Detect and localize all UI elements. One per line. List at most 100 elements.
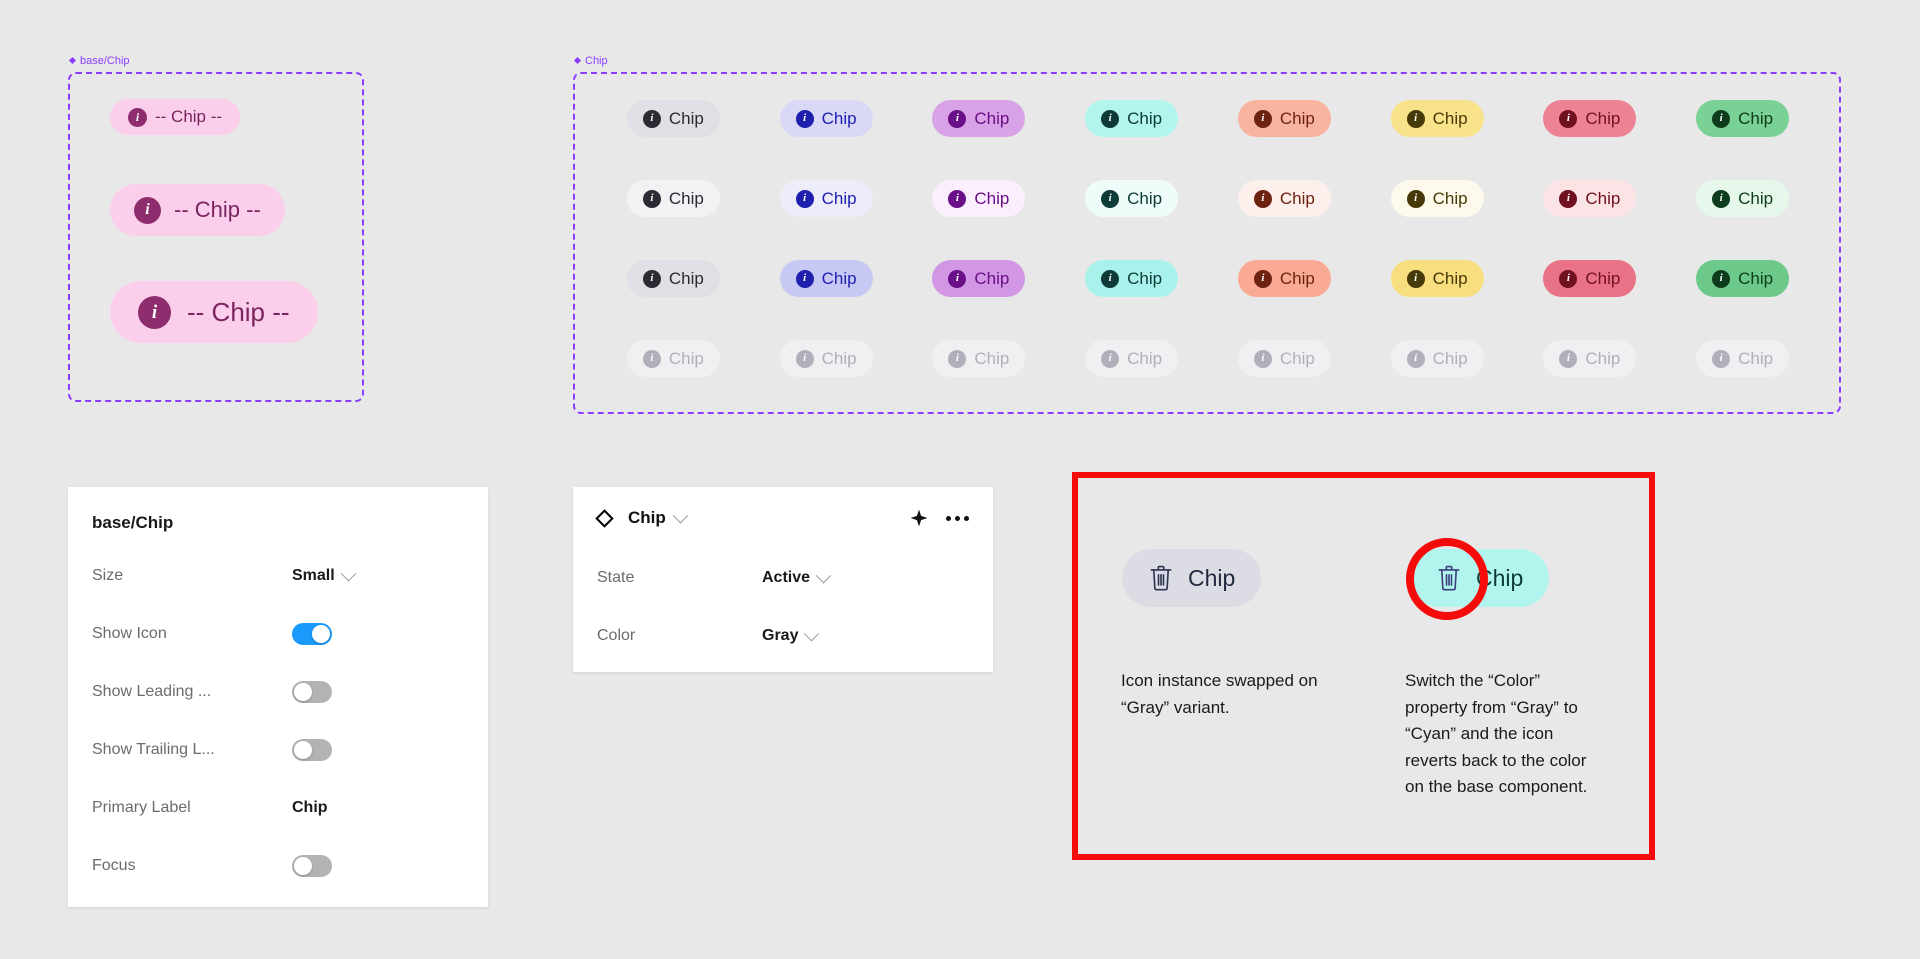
info-icon: i — [1101, 349, 1120, 368]
info-icon: i — [1712, 109, 1731, 128]
chip-label: Chip — [668, 188, 704, 208]
info-icon: i — [1253, 109, 1272, 128]
chip-label: Chip — [1127, 268, 1163, 288]
chip-label: Chip — [668, 348, 704, 368]
chip-orange-inactive[interactable]: i Chip — [1237, 180, 1331, 217]
chip-purple-hover[interactable]: i Chip — [932, 260, 1026, 297]
property-label: Show Trailing L... — [92, 741, 215, 758]
chip-gray-active[interactable]: i Chip — [626, 100, 720, 137]
annotation-chip-gray[interactable]: Chip — [1122, 549, 1262, 607]
property-label: Size — [92, 567, 124, 584]
chip-purple-active[interactable]: i Chip — [932, 100, 1026, 137]
chip-green-inactive[interactable]: i Chip — [1696, 180, 1790, 217]
chip-yellow-inactive[interactable]: i Chip — [1390, 180, 1484, 217]
chip-label: Chip — [1738, 348, 1774, 368]
chip-green-disabled[interactable]: i Chip — [1696, 340, 1790, 377]
chip-cyan-hover[interactable]: i Chip — [1085, 260, 1179, 297]
info-icon: i — [1712, 269, 1731, 288]
instance-header: Chip — [573, 487, 993, 549]
chip-label: Chip — [1127, 348, 1163, 368]
toggle-knob — [294, 741, 312, 759]
toggle-switch[interactable] — [292, 623, 332, 645]
chip-blue-hover[interactable]: i Chip — [779, 260, 873, 297]
chip-green-hover[interactable]: i Chip — [1696, 260, 1790, 297]
chip-yellow-disabled[interactable]: i Chip — [1390, 340, 1484, 377]
chip-orange-hover[interactable]: i Chip — [1237, 260, 1331, 297]
annotation-caption-right: Switch the “Color” property from “Gray” … — [1405, 671, 1588, 796]
property-row: Size Small — [68, 547, 488, 605]
info-icon: i — [642, 349, 661, 368]
toggle-switch[interactable] — [292, 681, 332, 703]
info-icon: i — [1406, 349, 1425, 368]
chevron-down-icon — [815, 567, 832, 583]
chip-cyan-active[interactable]: i Chip — [1085, 100, 1179, 137]
property-select[interactable]: Small — [292, 565, 356, 585]
chip-red-inactive[interactable]: i Chip — [1543, 180, 1637, 217]
chip-gray-inactive[interactable]: i Chip — [626, 180, 720, 217]
property-value: Gray — [762, 627, 799, 644]
chevron-down-icon — [340, 565, 356, 581]
chip-orange-active[interactable]: i Chip — [1237, 100, 1331, 137]
chip-label: Chip — [1188, 564, 1236, 591]
chip-label: Chip — [821, 348, 857, 368]
chip-cyan-inactive[interactable]: i Chip — [1085, 180, 1179, 217]
chip-gray-hover[interactable]: i Chip — [626, 260, 720, 297]
chip-label: Chip — [1279, 348, 1315, 368]
info-icon: i — [1559, 189, 1578, 208]
info-icon: i — [1406, 269, 1425, 288]
more-options-icon[interactable] — [943, 504, 971, 532]
chip-red-disabled[interactable]: i Chip — [1543, 340, 1637, 377]
chip-purple-inactive[interactable]: i Chip — [932, 180, 1026, 217]
chip-red-hover[interactable]: i Chip — [1543, 260, 1637, 297]
chip-yellow-active[interactable]: i Chip — [1390, 100, 1484, 137]
chip-gray-disabled[interactable]: i Chip — [626, 340, 720, 377]
toggle-switch[interactable] — [292, 739, 332, 761]
property-value: Small — [292, 567, 335, 584]
info-icon: i — [128, 107, 147, 127]
chip-purple-disabled[interactable]: i Chip — [932, 340, 1026, 377]
instance-property-row: Color Gray — [573, 607, 993, 665]
chip-cyan-disabled[interactable]: i Chip — [1085, 340, 1179, 377]
chip-red-active[interactable]: i Chip — [1543, 100, 1637, 137]
toggle-knob — [294, 857, 312, 875]
chip-label: Chip — [974, 108, 1010, 128]
chip-label: Chip — [1476, 564, 1524, 591]
chip-green-active[interactable]: i Chip — [1696, 100, 1790, 137]
frame-chip-variants[interactable]: Chip i Chip i Chip i Chip i Chip i Chip i Chip i Chip… — [573, 55, 1841, 414]
frame-base-chip[interactable]: base/Chip i -- Chip -- i -- Chip -- i --… — [68, 55, 364, 402]
info-icon: i — [1712, 349, 1731, 368]
toggle-knob — [312, 625, 330, 643]
swap-instance-icon[interactable] — [905, 504, 933, 532]
frame-label-base-chip[interactable]: base/Chip — [69, 55, 130, 67]
chip-blue-disabled[interactable]: i Chip — [779, 340, 873, 377]
frame-label-text: Chip — [585, 55, 608, 67]
property-label: State — [597, 569, 635, 586]
frame-label-chip-variants[interactable]: Chip — [574, 55, 608, 67]
chip-yellow-hover[interactable]: i Chip — [1390, 260, 1484, 297]
base-chip-large[interactable]: i -- Chip -- — [110, 281, 318, 343]
property-select[interactable]: Gray — [762, 625, 820, 645]
chip-label: Chip — [1738, 108, 1774, 128]
base-chip-medium[interactable]: i -- Chip -- — [110, 184, 285, 236]
chip-label: Chip — [974, 348, 1010, 368]
chip-blue-active[interactable]: i Chip — [779, 100, 873, 137]
chip-blue-inactive[interactable]: i Chip — [779, 180, 873, 217]
property-label: Primary Label — [92, 799, 191, 816]
info-icon: i — [948, 109, 967, 128]
info-icon: i — [795, 349, 814, 368]
trash-icon — [1438, 565, 1460, 591]
annotation-chip-cyan[interactable]: Chip — [1410, 549, 1550, 607]
chevron-down-icon[interactable] — [672, 507, 689, 523]
toggle-switch[interactable] — [292, 855, 332, 877]
info-icon: i — [1559, 269, 1578, 288]
chip-label: Chip — [1585, 268, 1621, 288]
property-select[interactable]: Active — [762, 567, 832, 587]
base-chip-small[interactable]: i -- Chip -- — [110, 99, 241, 135]
chip-label: Chip — [821, 188, 857, 208]
chip-label: Chip — [1585, 348, 1621, 368]
chip-orange-disabled[interactable]: i Chip — [1237, 340, 1331, 377]
property-value[interactable]: Chip — [292, 799, 328, 817]
info-icon: i — [1253, 269, 1272, 288]
property-label: Color — [597, 627, 636, 644]
chip-label: Chip — [1432, 108, 1468, 128]
